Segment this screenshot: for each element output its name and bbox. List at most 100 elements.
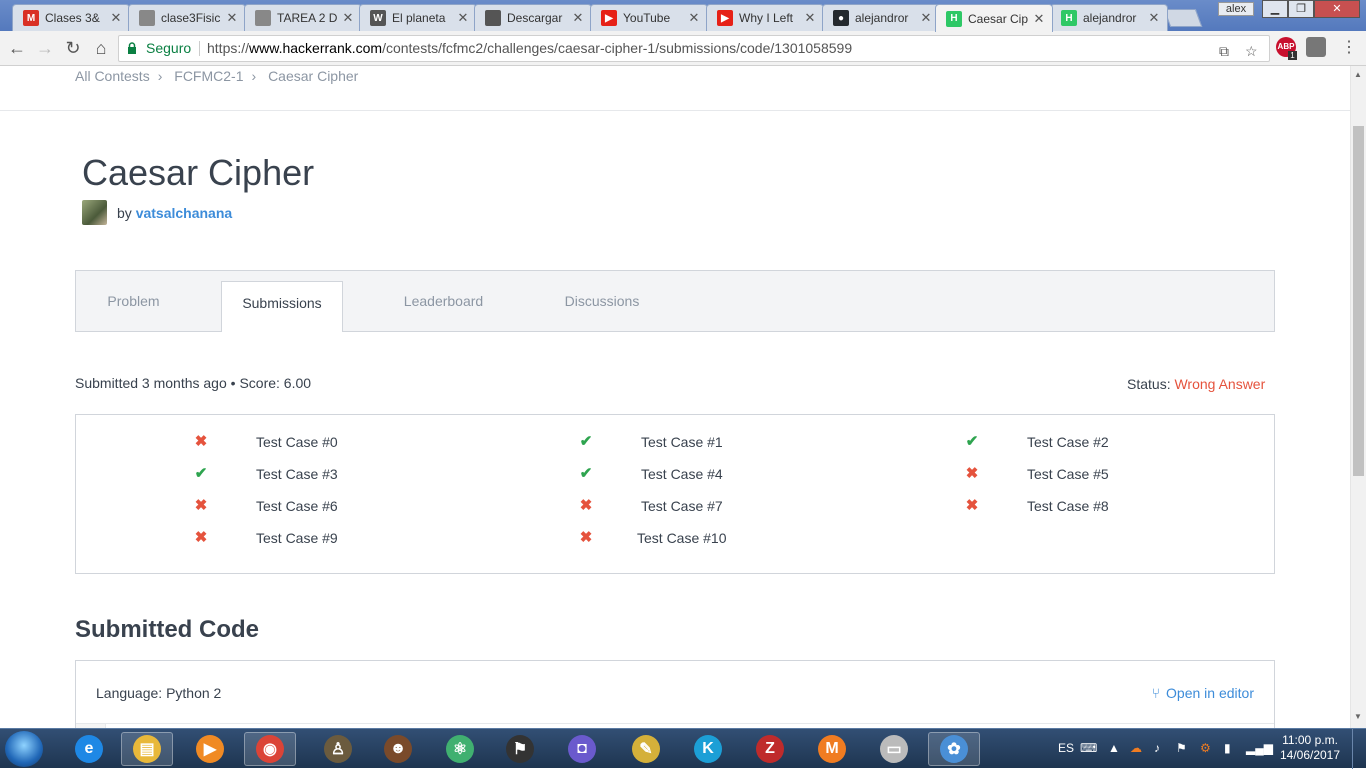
scroll-up-icon[interactable]: ▲ — [1354, 70, 1362, 79]
tab-submissions[interactable]: Submissions — [221, 281, 343, 332]
close-tab-icon[interactable]: ✕ — [687, 10, 701, 26]
cross-icon: ✖ — [194, 529, 208, 546]
test-case-label: Test Case #2 — [1027, 434, 1109, 450]
browser-tab[interactable]: Halejandror ✕ — [1050, 4, 1168, 31]
taskbar-app[interactable]: e — [63, 732, 115, 766]
author-link[interactable]: vatsalchanana — [136, 205, 233, 221]
taskbar-app[interactable]: ◉ — [244, 732, 296, 766]
taskbar-app[interactable]: ✿ — [928, 732, 980, 766]
open-in-editor-link[interactable]: ⑂ Open in editor — [1152, 685, 1254, 701]
close-tab-icon[interactable]: ✕ — [341, 10, 355, 26]
breadcrumb-all-contests[interactable]: All Contests — [75, 68, 150, 84]
reload-icon[interactable]: ↻ — [62, 37, 84, 59]
home-icon[interactable]: ⌂ — [90, 37, 112, 59]
scroll-thumb[interactable] — [1353, 126, 1364, 476]
tray-arrow-icon[interactable]: ▲ — [1108, 741, 1120, 755]
browser-tab[interactable]: Descargar ✕ — [474, 4, 592, 31]
breadcrumb-challenge[interactable]: Caesar Cipher — [268, 68, 358, 84]
taskbar-app[interactable]: ☻ — [372, 732, 424, 766]
taskbar-app[interactable]: ◘ — [556, 732, 608, 766]
url-text[interactable]: https://www.hackerrank.com/contests/fcfm… — [207, 36, 852, 61]
test-case-item: ✖ Test Case #9 — [193, 528, 393, 548]
browser-tab[interactable]: TAREA 2 D ✕ — [244, 4, 362, 31]
close-tab-icon[interactable]: ✕ — [1032, 11, 1046, 27]
cloud-tray-icon[interactable]: ☁ — [1130, 741, 1142, 755]
show-desktop-button[interactable] — [1352, 729, 1366, 769]
document-icon — [255, 10, 271, 26]
language-indicator[interactable]: ES — [1058, 741, 1074, 755]
github-icon: ● — [833, 10, 849, 26]
taskbar-app[interactable]: Z — [744, 732, 796, 766]
browser-tab[interactable]: W El planeta ✕ — [359, 4, 477, 31]
avatar[interactable] — [82, 200, 107, 225]
network-icon[interactable]: ▂▄▆ — [1246, 741, 1273, 755]
page-scrollbar[interactable]: ▲ ▼ — [1350, 66, 1366, 728]
start-button[interactable] — [5, 731, 43, 767]
action-center-flag-icon[interactable]: ⚑ — [1176, 741, 1187, 755]
taskbar-app[interactable]: M — [806, 732, 858, 766]
battery-icon[interactable]: ▮ — [1224, 741, 1231, 755]
browser-tab-title: Descargar — [507, 11, 563, 25]
window-user-badge[interactable]: alex — [1218, 2, 1254, 16]
taskbar-app[interactable]: ▭ — [868, 732, 920, 766]
volume-icon[interactable]: ♪ — [1154, 741, 1160, 755]
close-window-icon[interactable]: ✕ — [1314, 0, 1360, 18]
browser-tab[interactable]: M Clases 3& ✕ — [12, 4, 130, 31]
maximize-icon[interactable]: ❐ — [1288, 0, 1314, 18]
translate-icon[interactable]: ⧉ — [1219, 39, 1229, 64]
extension-photo-icon[interactable] — [1306, 37, 1326, 57]
check-icon: ✔ — [579, 433, 593, 450]
divider — [0, 110, 1350, 111]
tab-problem[interactable]: Problem — [76, 271, 191, 332]
back-arrow-icon[interactable]: ← — [6, 37, 28, 59]
forward-arrow-icon[interactable]: → — [34, 37, 56, 59]
test-case-label: Test Case #1 — [641, 434, 723, 450]
close-tab-icon[interactable]: ✕ — [225, 10, 239, 26]
menu-kebab-icon[interactable]: ⋮ — [1338, 37, 1360, 59]
taskbar-app[interactable]: ⚑ — [494, 732, 546, 766]
taskbar-app[interactable]: ⚛ — [434, 732, 486, 766]
breadcrumb-contest[interactable]: FCFMC2-1 — [174, 68, 243, 84]
test-case-item: ✔ Test Case #4 — [578, 464, 778, 484]
omnibox-separator — [199, 41, 200, 56]
secure-label: Seguro — [146, 40, 192, 56]
taskbar-app[interactable]: ▶ — [184, 732, 236, 766]
bookmark-star-icon[interactable]: ☆ — [1245, 39, 1258, 64]
url-scheme: https:// — [207, 40, 250, 56]
test-case-label: Test Case #3 — [256, 466, 338, 482]
close-tab-icon[interactable]: ✕ — [1147, 10, 1161, 26]
url-host: www.hackerrank.com — [249, 40, 383, 56]
browser-tab[interactable]: ● alejandror ✕ — [822, 4, 940, 31]
wikipedia-icon: W — [370, 10, 386, 26]
clock[interactable]: 11:00 p.m. 14/06/2017 — [1278, 733, 1342, 763]
test-case-item: ✔ Test Case #3 — [193, 464, 393, 484]
new-tab-button[interactable] — [1163, 9, 1203, 27]
browser-tab[interactable]: ▶ Why I Left ✕ — [706, 4, 824, 31]
tab-leaderboard[interactable]: Leaderboard — [381, 271, 506, 332]
close-tab-icon[interactable]: ✕ — [919, 10, 933, 26]
settings-tray-icon[interactable]: ⚙ — [1200, 741, 1211, 755]
taskbar-app[interactable]: ✎ — [620, 732, 672, 766]
close-tab-icon[interactable]: ✕ — [803, 10, 817, 26]
close-tab-icon[interactable]: ✕ — [571, 10, 585, 26]
test-case-item: ✖ Test Case #0 — [193, 432, 393, 452]
clock-time: 11:00 p.m. — [1282, 733, 1338, 747]
test-case-item: ✖ Test Case #5 — [964, 464, 1164, 484]
taskbar-app[interactable]: ▤ — [121, 732, 173, 766]
minimize-icon[interactable]: ▁ — [1262, 0, 1288, 18]
taskbar-app[interactable]: ♙ — [312, 732, 364, 766]
chevron-right-icon: › — [251, 68, 257, 84]
test-case-label: Test Case #0 — [256, 434, 338, 450]
check-icon: ✔ — [579, 465, 593, 482]
browser-tab[interactable]: ▶ YouTube ✕ — [590, 4, 708, 31]
browser-tab[interactable]: H Caesar Cip ✕ — [935, 4, 1053, 32]
address-bar[interactable]: Seguro https://www.hackerrank.com/contes… — [118, 35, 1270, 62]
tab-discussions[interactable]: Discussions — [541, 271, 663, 332]
close-tab-icon[interactable]: ✕ — [109, 10, 123, 26]
browser-tab[interactable]: clase3Fisic ✕ — [128, 4, 246, 31]
code-panel: Language: Python 2 ⑂ Open in editor — [75, 660, 1275, 728]
keyboard-icon[interactable]: ⌨ — [1080, 741, 1097, 755]
taskbar-app[interactable]: K — [682, 732, 734, 766]
close-tab-icon[interactable]: ✕ — [456, 10, 470, 26]
scroll-down-icon[interactable]: ▼ — [1354, 712, 1362, 721]
